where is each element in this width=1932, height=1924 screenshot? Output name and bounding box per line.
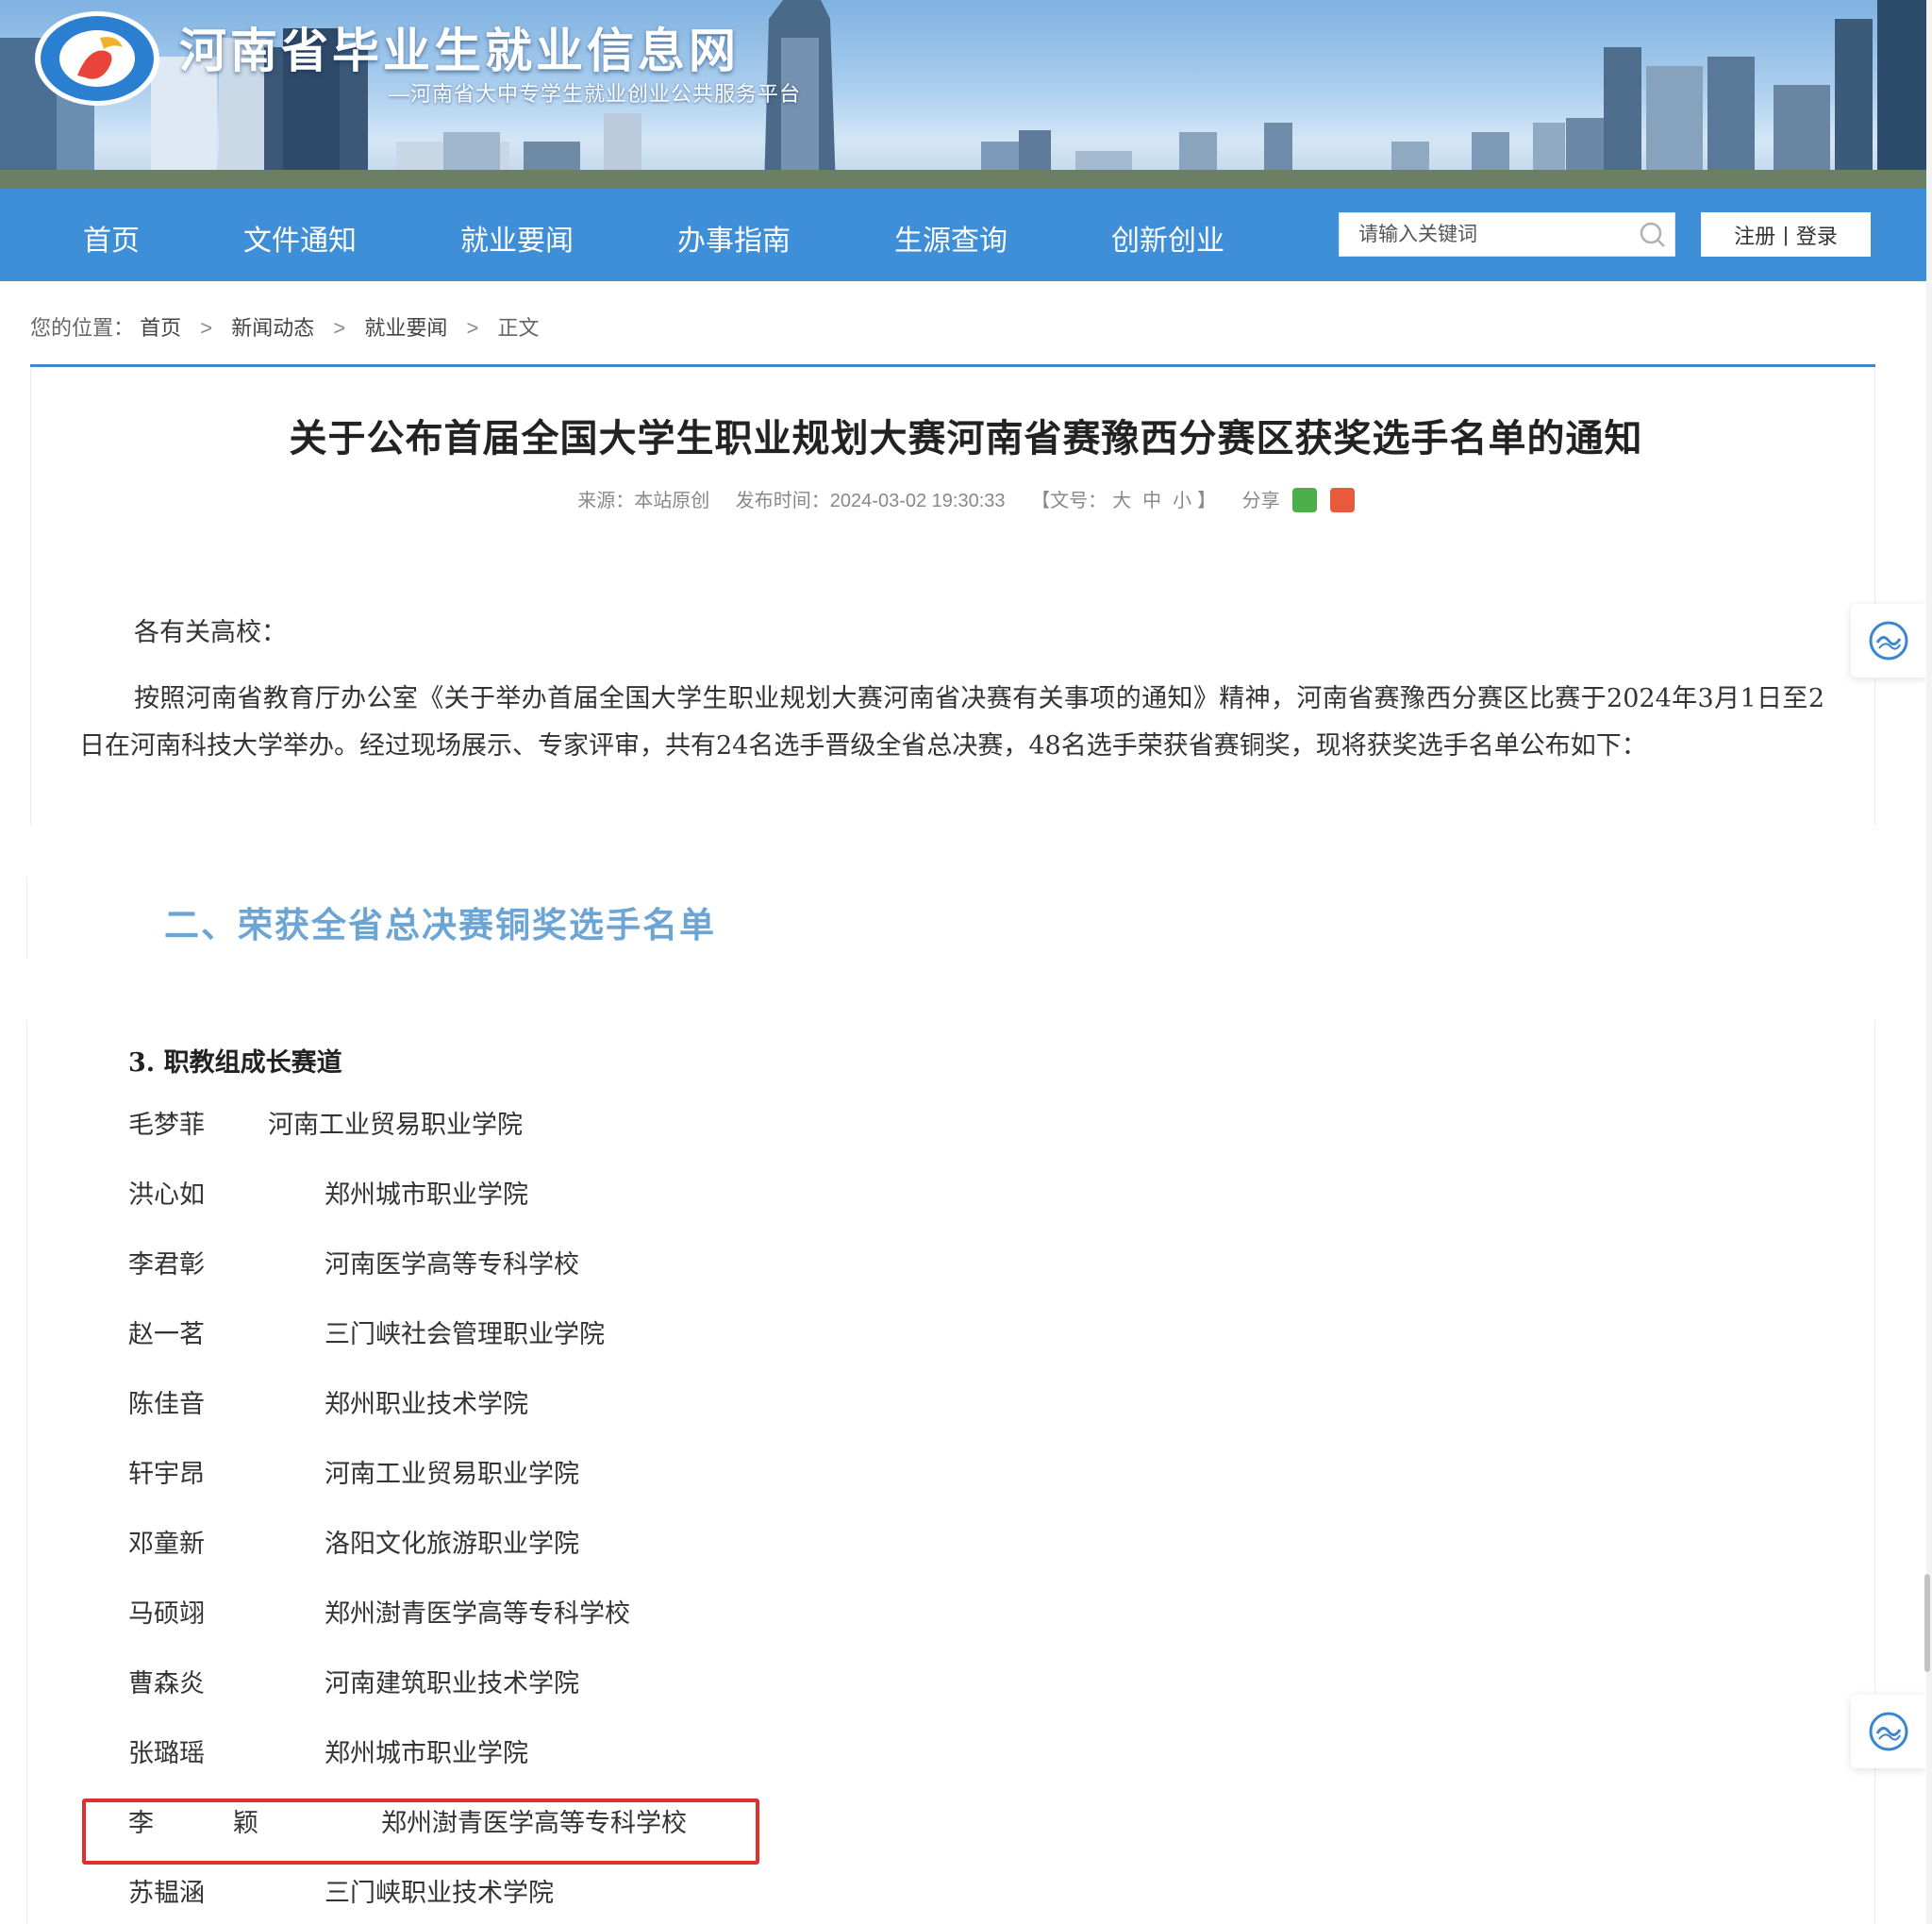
- service-icon: [1869, 621, 1908, 661]
- winner-name: 洪心如: [128, 1180, 205, 1210]
- winner-school: 河南工业贸易职业学院: [268, 1111, 523, 1140]
- search-input[interactable]: [1340, 213, 1632, 256]
- main-nav: 首页 文件通知 就业要闻 办事指南 生源查询 创新创业 注册 | 登录: [0, 189, 1926, 281]
- nav-item-home[interactable]: 首页: [83, 217, 140, 259]
- breadcrumb-separator: >: [200, 316, 213, 340]
- winner-school: 郑州职业技术学院: [325, 1390, 528, 1419]
- winner-school: 河南建筑职业技术学院: [325, 1669, 579, 1698]
- font-size-large[interactable]: 大: [1112, 491, 1131, 511]
- search-icon[interactable]: [1639, 221, 1667, 249]
- winner-name: 邓童新: [128, 1530, 205, 1559]
- font-size-medium[interactable]: 中: [1142, 491, 1161, 511]
- winner-name: 张璐瑶: [128, 1739, 205, 1768]
- article-greeting: 各有关高校：: [134, 618, 287, 647]
- breadcrumb-separator: >: [333, 316, 346, 340]
- winner-school: 三门峡职业技术学院: [325, 1879, 554, 1908]
- site-banner: 河南省毕业生就业信息网 —河南省大中专学生就业创业公共服务平台: [0, 0, 1926, 189]
- search-box: [1339, 212, 1675, 257]
- winner-name: 曹森炎: [128, 1669, 205, 1698]
- breadcrumb-current: 正文: [497, 316, 540, 340]
- font-size-small[interactable]: 小: [1173, 491, 1191, 511]
- auth-separator: |: [1783, 222, 1789, 246]
- winner-name: 苏韫涵: [128, 1879, 205, 1908]
- winner-school: 河南工业贸易职业学院: [325, 1460, 579, 1489]
- winner-school: 郑州澍青医学高等专科学校: [325, 1599, 630, 1629]
- breadcrumb-home[interactable]: 首页: [140, 316, 181, 340]
- nav-item-news[interactable]: 就业要闻: [460, 217, 574, 259]
- winner-school: 洛阳文化旅游职业学院: [325, 1530, 579, 1559]
- article-title: 关于公布首届全国大学生职业规划大赛河南省赛豫西分赛区获奖选手名单的通知: [289, 418, 1643, 460]
- track-subheading: 3. 职教组成长赛道: [128, 1048, 342, 1078]
- winner-name: 李君彰: [128, 1250, 205, 1280]
- site-title: 河南省毕业生就业信息网: [179, 23, 740, 78]
- site-subtitle: —河南省大中专学生就业创业公共服务平台: [389, 82, 802, 106]
- weibo-share-icon[interactable]: [1329, 488, 1355, 512]
- breadcrumb-separator: >: [466, 316, 479, 340]
- nav-item-innovation[interactable]: 创新创业: [1111, 217, 1224, 259]
- nav-item-guide[interactable]: 办事指南: [677, 217, 791, 259]
- breadcrumb-news-updates[interactable]: 新闻动态: [231, 316, 314, 340]
- font-size-prefix: 【文号：: [1031, 491, 1108, 511]
- auth-links: 注册 | 登录: [1701, 212, 1871, 257]
- register-link[interactable]: 注册: [1734, 220, 1775, 250]
- article-source: 来源：本站原创: [577, 491, 710, 511]
- wechat-share-icon[interactable]: [1292, 488, 1318, 512]
- breadcrumb-prefix: 您的位置：: [30, 316, 135, 340]
- share-label: 分享: [1241, 491, 1280, 511]
- breadcrumb-employment-news[interactable]: 就业要闻: [364, 316, 447, 340]
- winner-name: 毛梦菲: [128, 1111, 205, 1140]
- floating-service-button[interactable]: [1851, 1695, 1926, 1768]
- winner-name: 陈佳音: [128, 1390, 205, 1419]
- font-size-suffix: 】: [1197, 491, 1217, 511]
- winner-school: 郑州城市职业学院: [325, 1739, 528, 1768]
- scrollbar-thumb[interactable]: [1924, 1574, 1930, 1672]
- winner-name: 轩宇昂: [128, 1460, 205, 1489]
- section-heading: 二、荣获全省总决赛铜奖选手名单: [164, 904, 716, 945]
- winner-school: 河南医学高等专科学校: [325, 1250, 579, 1280]
- nav-item-student-query[interactable]: 生源查询: [894, 217, 1008, 259]
- article-paragraph: 按照河南省教育厅办公室《关于举办首届全国大学生职业规划大赛河南省决赛有关事项的通…: [79, 684, 1824, 761]
- article-published-time: 发布时间：2024-03-02 19:30:33: [735, 491, 1006, 511]
- breadcrumb: 您的位置： 首页 > 新闻动态 > 就业要闻 > 正文: [30, 311, 540, 342]
- winner-name: 马硕翊: [128, 1599, 205, 1629]
- list-panel: [26, 1021, 1875, 1924]
- nav-item-notices[interactable]: 文件通知: [243, 217, 357, 259]
- site-logo: [35, 11, 159, 106]
- winner-name: 赵一茗: [128, 1320, 205, 1349]
- service-icon: [1869, 1712, 1908, 1751]
- winner-school: 三门峡社会管理职业学院: [325, 1320, 605, 1349]
- highlight-annotation-box: [82, 1799, 759, 1865]
- article-meta: 来源：本站原创 发布时间：2024-03-02 19:30:33 【文号：大中小…: [0, 485, 1932, 512]
- floating-service-button[interactable]: [1851, 604, 1926, 678]
- winner-school: 郑州城市职业学院: [325, 1180, 528, 1210]
- login-link[interactable]: 登录: [1796, 220, 1838, 250]
